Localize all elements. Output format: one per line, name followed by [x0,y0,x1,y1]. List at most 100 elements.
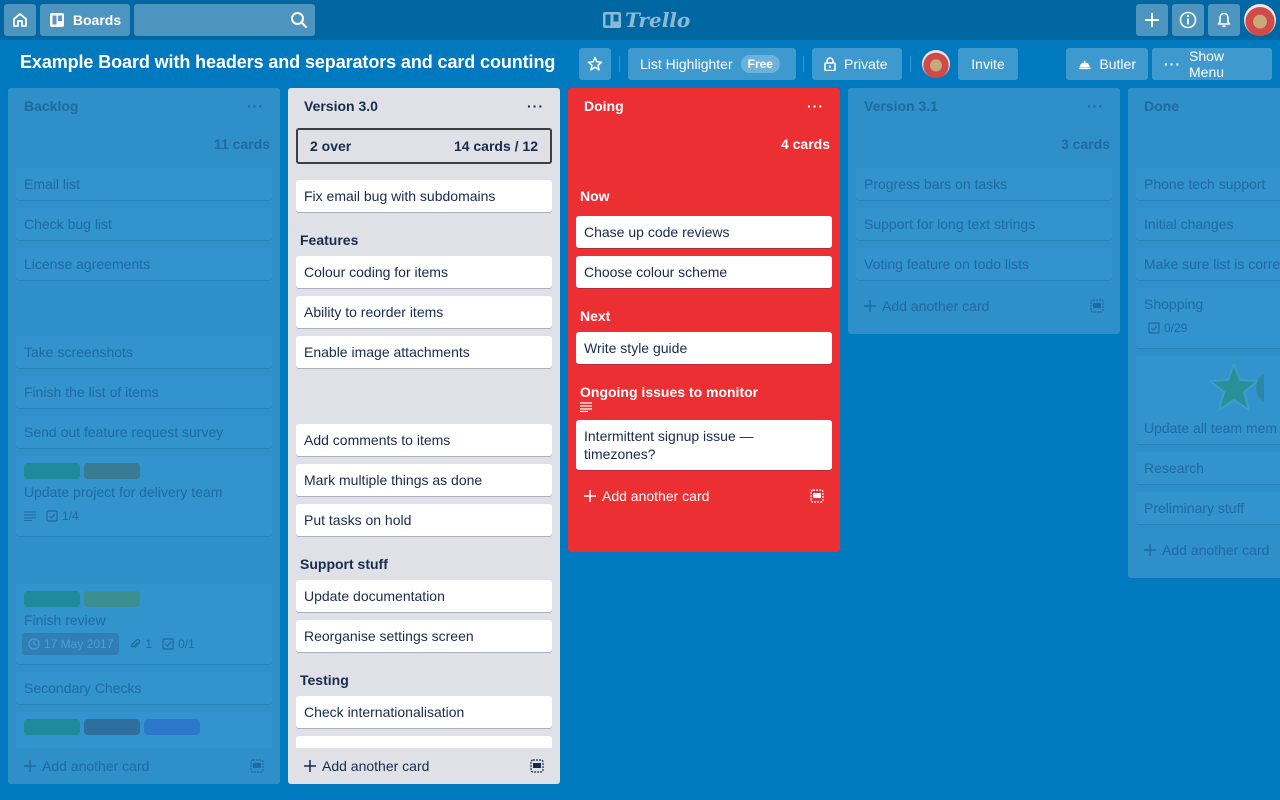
card[interactable]: Ability to reorder items [296,296,552,328]
search-icon[interactable] [290,11,308,29]
card-label [84,463,140,479]
section-header[interactable]: Next [576,296,832,332]
visibility-button[interactable]: Private [812,48,902,80]
card[interactable]: Check internationalisation [296,696,552,728]
list-title[interactable]: Doing [584,98,624,128]
card[interactable]: Intermittent signup issue — timezones? [576,420,832,470]
card-template-icon[interactable] [530,759,544,773]
card[interactable]: Add comments to items [296,424,552,456]
section-header[interactable]: Testing [296,660,552,696]
bell-icon [1217,12,1231,28]
add-card-button[interactable]: Add another card [1128,532,1280,568]
description-icon [580,402,592,412]
card[interactable]: Reorganise settings screen [296,620,552,652]
create-button[interactable] [1136,4,1168,36]
home-button[interactable] [4,4,36,36]
card-label [84,591,140,607]
list-menu-icon[interactable]: ··· [527,98,544,128]
section-header[interactable]: Now [576,188,832,216]
list-header[interactable]: Backlog ··· [8,88,280,128]
list-title[interactable]: Backlog [24,98,78,128]
list-header[interactable]: Done [1128,88,1280,128]
list-title[interactable]: Version 3.1 [864,98,938,128]
card[interactable]: Finish review 17 May 2017 1 0/1 [16,584,272,664]
list-title[interactable]: Done [1144,98,1179,128]
add-card-button[interactable]: Add another card [8,748,280,784]
card[interactable]: Check bug list [16,208,272,240]
card[interactable]: Email list [16,168,272,200]
card[interactable]: Update all team mem [1136,356,1280,444]
top-nav: Boards Trello [0,0,1280,40]
plus-icon [304,760,316,772]
butler-button[interactable]: Butler [1066,48,1148,80]
card[interactable]: Enable image attachments [296,336,552,368]
card[interactable]: Finish the list of items [16,376,272,408]
due-date-badge[interactable]: 17 May 2017 [22,633,120,655]
card[interactable]: Make sure list is corre [1136,248,1280,280]
boards-label: Boards [72,12,122,28]
card[interactable]: Chase up code reviews [576,216,832,248]
butler-bell-icon [1078,60,1091,70]
card-template-icon[interactable] [1090,299,1104,313]
card[interactable]: Research [1136,452,1280,484]
add-card-button[interactable]: Add another card [848,288,1120,324]
info-button[interactable] [1172,4,1204,36]
card[interactable]: Put tasks on hold [296,504,552,536]
card[interactable]: Update documentation [296,580,552,612]
card[interactable]: Write style guide [576,332,832,364]
trello-logo[interactable]: Trello [603,8,690,32]
checklist-icon [1148,322,1160,334]
section-header[interactable]: Features [296,220,552,256]
card-template-icon[interactable] [810,489,824,503]
add-card-button[interactable]: Add another card [568,478,840,514]
section-header[interactable]: Ongoing issues to monitor [576,372,832,402]
list-done: Done Phone tech support Initial changes … [1128,88,1280,578]
list-menu-icon[interactable]: ··· [1087,98,1104,128]
card[interactable]: Colour coding for items [296,256,552,288]
card[interactable]: Secondary Checks [16,672,272,704]
invite-button[interactable]: Invite [958,48,1018,80]
list-header[interactable]: Version 3.1 ··· [848,88,1120,128]
card[interactable]: Voting feature on todo lists [856,248,1112,280]
card[interactable]: Phone tech support [1136,168,1280,200]
list-header[interactable]: Version 3.0 ··· [288,88,560,128]
list-highlighter-button[interactable]: List Highlighter Free [628,48,796,80]
list-menu-icon[interactable]: ··· [247,98,264,128]
card[interactable] [296,736,552,748]
add-card-button[interactable]: Add another card [288,748,560,784]
boards-button[interactable]: Boards [40,4,130,36]
card[interactable]: License agreements [16,248,272,280]
search-input[interactable] [134,4,315,36]
card[interactable]: Initial changes [1136,208,1280,240]
attachment-badge: 1 [129,635,152,653]
show-menu-button[interactable]: ··· Show Menu [1152,48,1272,80]
info-icon [1179,11,1197,29]
card-limit-indicator: 2 over 14 cards / 12 [296,128,552,164]
list-title[interactable]: Version 3.0 [304,98,378,128]
board-title[interactable]: Example Board with headers and separator… [20,52,555,73]
card[interactable]: Shopping 0/29 [1136,288,1280,348]
list-menu-icon[interactable]: ··· [807,98,824,128]
card-template-icon[interactable] [250,759,264,773]
member-avatar[interactable] [922,50,950,78]
user-avatar[interactable] [1244,4,1276,36]
butler-label: Butler [1099,56,1136,72]
notifications-button[interactable] [1208,4,1240,36]
show-menu-label: Show Menu [1189,48,1225,80]
card[interactable]: Take screenshots [16,336,272,368]
card[interactable]: Fix email bug with subdomains [296,180,552,212]
card[interactable]: Support for long text strings [856,208,1112,240]
card[interactable]: Send out feature request survey [16,416,272,448]
section-header[interactable]: Support stuff [296,544,552,580]
card[interactable] [16,712,272,748]
card[interactable]: Preliminary stuff [1136,492,1280,524]
list-header[interactable]: Doing ··· [568,88,840,128]
separator [16,288,272,336]
card[interactable]: Choose colour scheme [576,256,832,288]
card[interactable]: Mark multiple things as done [296,464,552,496]
card[interactable]: Progress bars on tasks [856,168,1112,200]
card[interactable]: Update project for delivery team 1/4 [16,456,272,536]
plus-icon [864,300,876,312]
star-button[interactable] [579,48,611,80]
description-icon [24,511,36,521]
